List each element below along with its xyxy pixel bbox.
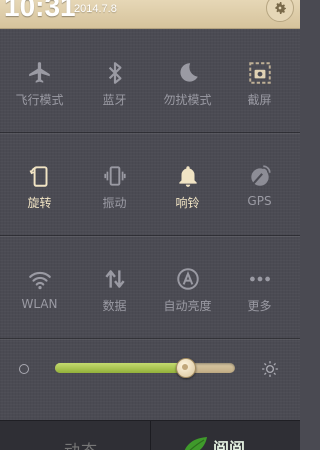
toggle-ringer[interactable]: 响铃 bbox=[150, 133, 225, 233]
toggle-label: 勿扰模式 bbox=[163, 93, 212, 107]
auto-brightness-icon bbox=[175, 266, 201, 292]
toggle-auto-brightness[interactable]: 自动亮度 bbox=[150, 236, 225, 336]
status-header: 10:31 2014.7.8 bbox=[0, 0, 300, 29]
toggle-row-3: WLAN 数据 自动亮度 更多 bbox=[0, 236, 300, 336]
brightness-knob[interactable] bbox=[175, 358, 196, 378]
brightness-high-icon bbox=[262, 361, 278, 377]
toggle-airplane[interactable]: 飞行模式 bbox=[2, 30, 77, 130]
brightness-control bbox=[0, 340, 300, 400]
toggle-bluetooth[interactable]: 蓝牙 bbox=[77, 30, 152, 130]
leaf-logo-icon bbox=[184, 437, 207, 450]
toggle-label: GPS bbox=[247, 194, 272, 208]
toggle-label: 蓝牙 bbox=[102, 93, 127, 107]
toggle-vibrate[interactable]: 振动 bbox=[77, 133, 152, 233]
toggle-gps[interactable]: GPS bbox=[222, 133, 297, 233]
notification-panel: 10:31 2014.7.8 飞行模式 蓝牙 勿扰模式 截屏 旋转 振动 响铃 … bbox=[0, 0, 300, 450]
wifi-icon bbox=[27, 266, 53, 292]
toggle-label: 响铃 bbox=[175, 196, 200, 210]
toggle-label: 振动 bbox=[102, 196, 127, 210]
toggle-row-1: 飞行模式 蓝牙 勿扰模式 截屏 bbox=[0, 30, 300, 130]
rotation-icon bbox=[27, 163, 53, 189]
toggle-mobile-data[interactable]: 数据 bbox=[77, 236, 152, 336]
toggle-label: 旋转 bbox=[27, 196, 52, 210]
brightness-slider[interactable] bbox=[55, 358, 235, 378]
toggle-label: 自动亮度 bbox=[163, 299, 212, 313]
toggle-label: 飞行模式 bbox=[15, 93, 64, 107]
gps-icon bbox=[247, 163, 273, 189]
toggle-screenshot[interactable]: 截屏 bbox=[222, 30, 297, 130]
divider bbox=[150, 421, 151, 450]
toggle-more[interactable]: 更多 bbox=[222, 236, 297, 336]
bluetooth-icon bbox=[102, 60, 128, 86]
gear-icon bbox=[275, 2, 286, 14]
toggle-label: 更多 bbox=[247, 299, 272, 313]
airplane-icon bbox=[27, 60, 53, 86]
clock-date: 2014.7.8 bbox=[74, 3, 117, 15]
toggle-wlan[interactable]: WLAN bbox=[2, 236, 77, 336]
divider bbox=[0, 338, 300, 339]
data-icon bbox=[102, 266, 128, 292]
bottom-bar: 动态 阅阅 bbox=[0, 420, 300, 450]
toggle-rotation[interactable]: 旋转 bbox=[2, 133, 77, 233]
brightness-low-icon bbox=[19, 364, 29, 374]
toggle-do-not-disturb[interactable]: 勿扰模式 bbox=[150, 30, 225, 130]
moon-icon bbox=[175, 60, 201, 86]
toggle-label: 数据 bbox=[102, 299, 127, 313]
clock-time: 10:31 bbox=[4, 0, 76, 22]
bottom-right-text[interactable]: 阅阅 bbox=[213, 435, 245, 450]
bottom-left-text[interactable]: 动态 bbox=[64, 437, 98, 450]
toggle-label: 截屏 bbox=[247, 93, 272, 107]
vibrate-icon bbox=[102, 163, 128, 189]
toggle-row-2: 旋转 振动 响铃 GPS bbox=[0, 133, 300, 233]
screenshot-icon bbox=[247, 60, 273, 86]
bell-icon bbox=[175, 163, 201, 189]
more-icon bbox=[247, 266, 273, 292]
brightness-fill bbox=[55, 363, 185, 373]
toggle-label: WLAN bbox=[21, 297, 58, 311]
settings-button[interactable] bbox=[266, 0, 294, 22]
